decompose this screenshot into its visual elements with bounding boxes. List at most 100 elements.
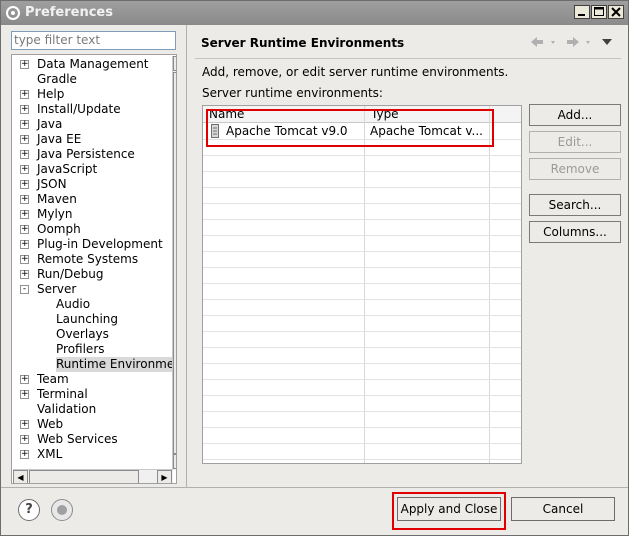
tree-item-label: Validation bbox=[37, 402, 97, 416]
tree-item[interactable]: Overlays bbox=[12, 327, 170, 342]
row-gridline bbox=[203, 155, 521, 156]
tree-item-label: XML bbox=[37, 447, 63, 461]
record-macro-icon[interactable] bbox=[51, 499, 73, 521]
scroll-up-button[interactable]: ▲ bbox=[173, 56, 176, 71]
page-title: Server Runtime Environments bbox=[201, 36, 405, 50]
filter-input[interactable]: type filter text bbox=[11, 31, 176, 50]
row-gridline bbox=[203, 267, 521, 268]
expand-icon[interactable]: + bbox=[20, 240, 29, 249]
panel-divider[interactable] bbox=[186, 25, 187, 487]
tree-item[interactable]: Profilers bbox=[12, 342, 170, 357]
tree-item[interactable]: Validation bbox=[12, 402, 170, 417]
forward-dropdown-icon[interactable] bbox=[586, 41, 590, 44]
scroll-right-button[interactable]: ▶ bbox=[157, 470, 172, 483]
scroll-left-button[interactable]: ◀ bbox=[13, 470, 28, 483]
add-button[interactable]: Add... bbox=[529, 104, 621, 126]
columns-button[interactable]: Columns... bbox=[529, 221, 621, 243]
tree-item[interactable]: - Server bbox=[12, 282, 170, 297]
back-arrow-icon[interactable] bbox=[531, 37, 543, 47]
tree-item[interactable]: + Remote Systems bbox=[12, 252, 170, 267]
tree-item[interactable]: + Install/Update bbox=[12, 102, 170, 117]
row-gridline bbox=[203, 459, 521, 460]
tree-item[interactable]: + JavaScript bbox=[12, 162, 170, 177]
expand-icon[interactable]: + bbox=[20, 60, 29, 69]
tree-item-label: Gradle bbox=[37, 72, 77, 86]
tree-item[interactable]: + Team bbox=[12, 372, 170, 387]
expand-icon[interactable]: + bbox=[20, 165, 29, 174]
hscroll-thumb[interactable] bbox=[29, 470, 139, 483]
tree-item-label: Maven bbox=[37, 192, 77, 206]
tree-horizontal-scrollbar[interactable]: ◀ ▶ bbox=[13, 469, 173, 483]
row-gridline bbox=[203, 251, 521, 252]
tree-item-label: JSON bbox=[37, 177, 67, 191]
expand-icon[interactable]: + bbox=[20, 375, 29, 384]
tree-item[interactable]: + Java EE bbox=[12, 132, 170, 147]
tree-item-label: Profilers bbox=[56, 342, 105, 356]
tree-item-label: Install/Update bbox=[37, 102, 121, 116]
close-icon bbox=[611, 7, 621, 17]
expand-icon[interactable]: + bbox=[20, 105, 29, 114]
expand-icon[interactable]: + bbox=[20, 135, 29, 144]
cancel-button[interactable]: Cancel bbox=[511, 497, 615, 521]
tree-item[interactable]: + Plug-in Development bbox=[12, 237, 170, 252]
scroll-down-button[interactable]: ▼ bbox=[173, 454, 176, 469]
expand-icon[interactable]: + bbox=[20, 255, 29, 264]
expand-icon[interactable]: + bbox=[20, 180, 29, 189]
tree-vertical-scrollbar[interactable]: ▲ ▼ bbox=[172, 56, 176, 470]
title-bar: Preferences bbox=[1, 1, 628, 25]
row-gridline bbox=[203, 235, 521, 236]
tree-item[interactable]: Launching bbox=[12, 312, 170, 327]
scroll-thumb[interactable] bbox=[173, 72, 176, 454]
tree-item[interactable]: + Web bbox=[12, 417, 170, 432]
tree-item-label: Remote Systems bbox=[37, 252, 139, 266]
tree-item-label: Java Persistence bbox=[37, 147, 135, 161]
back-dropdown-icon[interactable] bbox=[551, 41, 555, 44]
page-nav-icons bbox=[529, 34, 619, 54]
tree-item[interactable]: + Mylyn bbox=[12, 207, 170, 222]
expand-icon[interactable]: + bbox=[20, 450, 29, 459]
expand-icon[interactable]: + bbox=[20, 435, 29, 444]
expand-icon[interactable]: + bbox=[20, 225, 29, 234]
tree-item-label: Launching bbox=[56, 312, 119, 326]
tree-item[interactable]: + Oomph bbox=[12, 222, 170, 237]
tree-item[interactable]: Gradle bbox=[12, 72, 170, 87]
expand-icon[interactable]: + bbox=[20, 195, 29, 204]
tree-item[interactable]: + XML bbox=[12, 447, 170, 462]
close-button[interactable] bbox=[608, 5, 624, 19]
menu-dropdown-icon[interactable] bbox=[602, 39, 612, 45]
expand-icon[interactable]: + bbox=[20, 210, 29, 219]
forward-arrow-icon[interactable] bbox=[567, 37, 579, 47]
minimize-icon bbox=[578, 14, 585, 16]
tree-item[interactable]: + Terminal bbox=[12, 387, 170, 402]
tree-item[interactable]: + Java bbox=[12, 117, 170, 132]
tree-item[interactable]: + JSON bbox=[12, 177, 170, 192]
expand-icon[interactable]: + bbox=[20, 120, 29, 129]
expand-icon[interactable]: + bbox=[20, 420, 29, 429]
expand-icon[interactable]: + bbox=[20, 270, 29, 279]
footer-separator bbox=[1, 487, 628, 488]
remove-button[interactable]: Remove bbox=[529, 158, 621, 180]
help-icon[interactable]: ? bbox=[18, 499, 40, 521]
row-gridline bbox=[203, 427, 521, 428]
edit-button[interactable]: Edit... bbox=[529, 131, 621, 153]
tree-item-label: Oomph bbox=[37, 222, 81, 236]
tree-item[interactable]: Runtime Environme bbox=[12, 357, 175, 372]
tree-item[interactable]: + Help bbox=[12, 87, 170, 102]
expand-icon[interactable]: + bbox=[20, 390, 29, 399]
tree-item-label: Web bbox=[37, 417, 64, 431]
tree-item[interactable]: + Data Management bbox=[12, 57, 170, 72]
tree-item[interactable]: + Run/Debug bbox=[12, 267, 170, 282]
expand-icon[interactable]: + bbox=[20, 90, 29, 99]
row-gridline bbox=[203, 283, 521, 284]
tree-item[interactable]: + Maven bbox=[12, 192, 170, 207]
runtime-table[interactable]: Name Type Apache Tomcat v9.0 Apache Tomc… bbox=[202, 105, 522, 464]
tree-item[interactable]: + Java Persistence bbox=[12, 147, 170, 162]
maximize-button[interactable] bbox=[591, 5, 607, 19]
tree-item[interactable]: + Web Services bbox=[12, 432, 170, 447]
tree-item[interactable]: Audio bbox=[12, 297, 170, 312]
collapse-icon[interactable]: - bbox=[20, 285, 29, 294]
minimize-button[interactable] bbox=[574, 5, 590, 19]
page-description: Add, remove, or edit server runtime envi… bbox=[202, 65, 509, 79]
search-button[interactable]: Search... bbox=[529, 194, 621, 216]
expand-icon[interactable]: + bbox=[20, 150, 29, 159]
